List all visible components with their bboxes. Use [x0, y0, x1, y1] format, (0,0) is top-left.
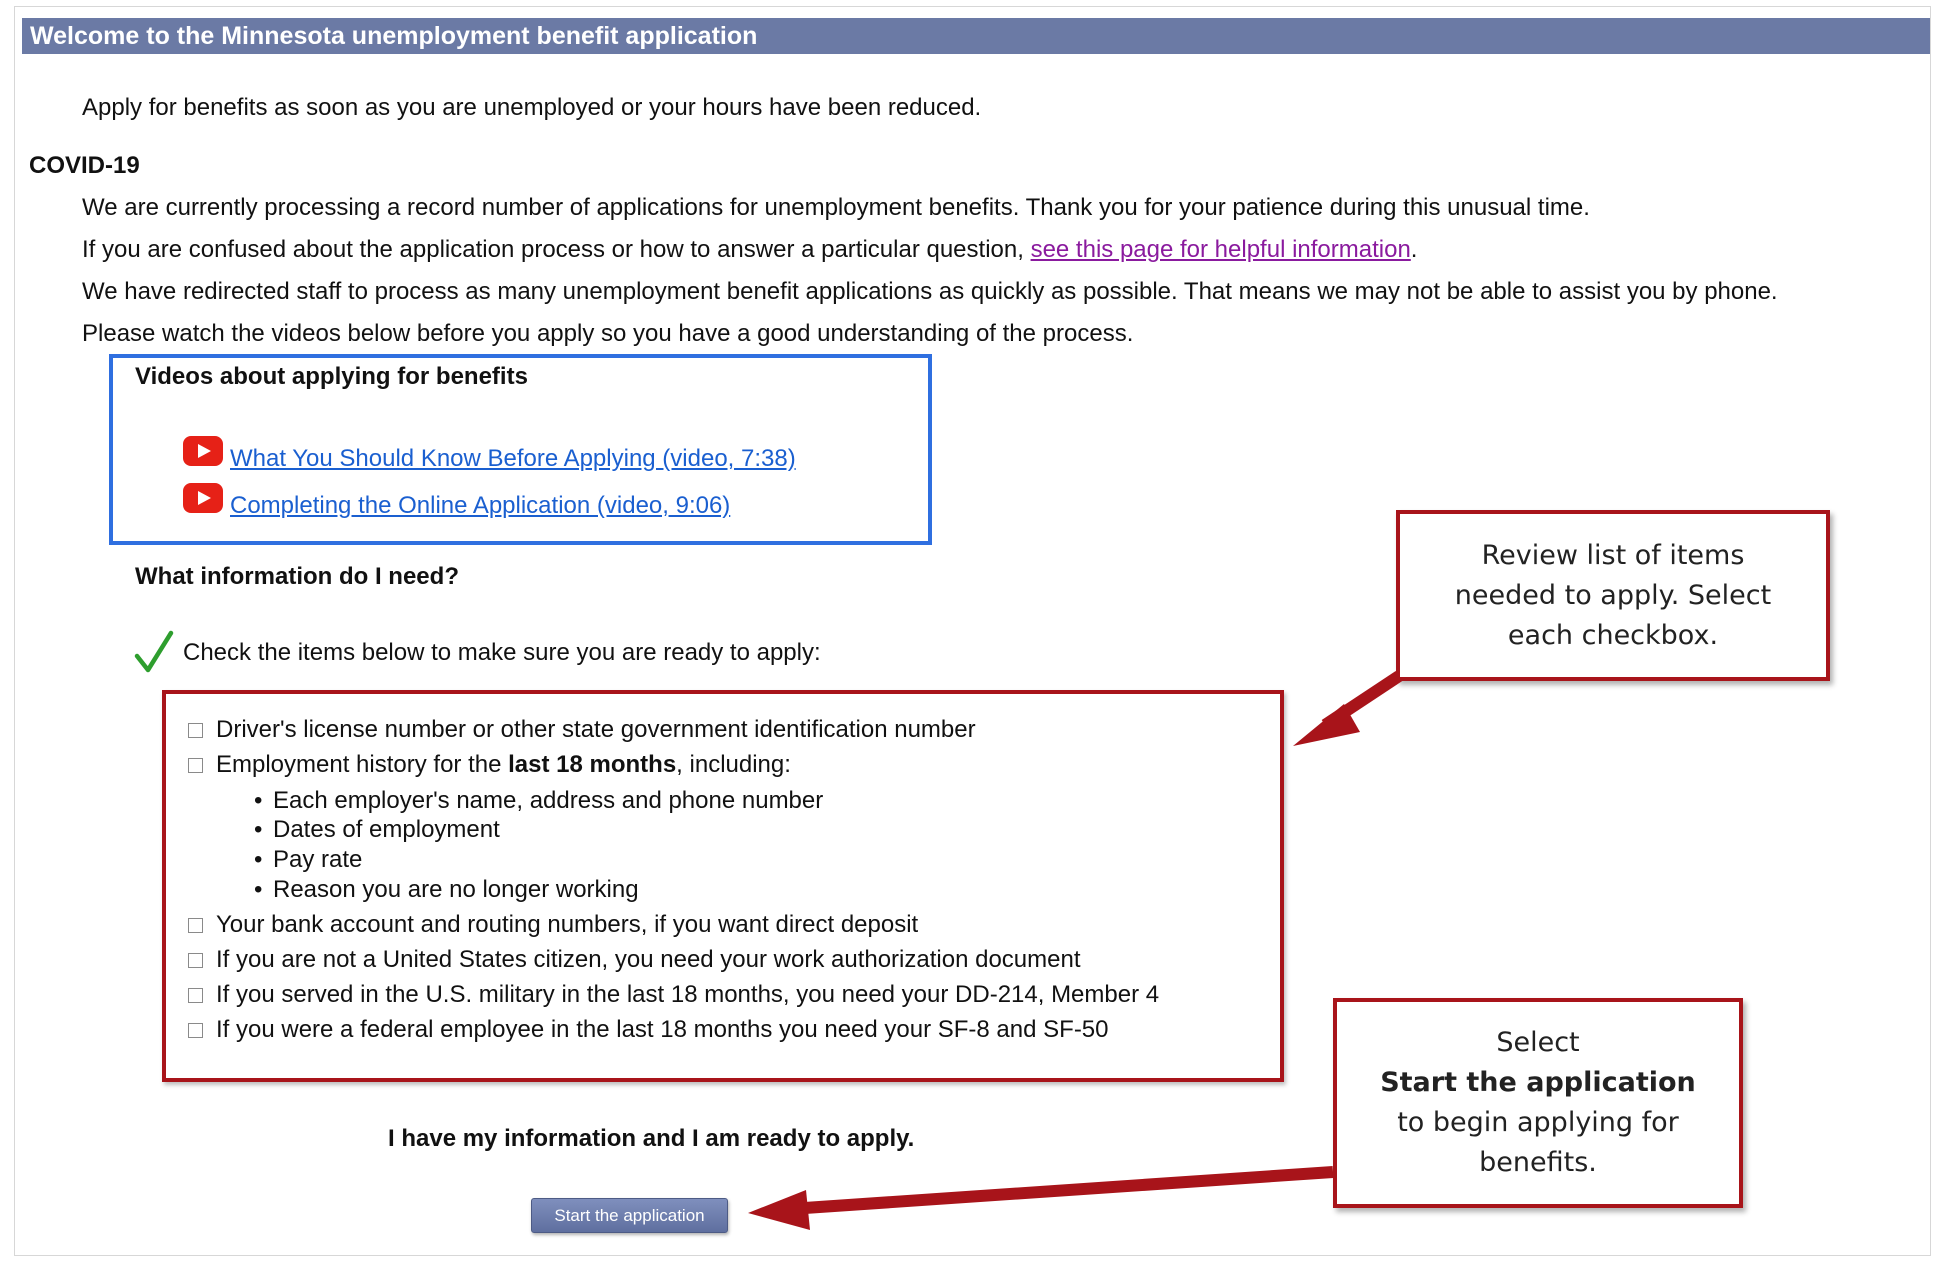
- annotation-arrows: [748, 670, 1403, 1230]
- arrow-to-checklist: [1293, 670, 1403, 746]
- arrow-to-start-button: [748, 1166, 1334, 1230]
